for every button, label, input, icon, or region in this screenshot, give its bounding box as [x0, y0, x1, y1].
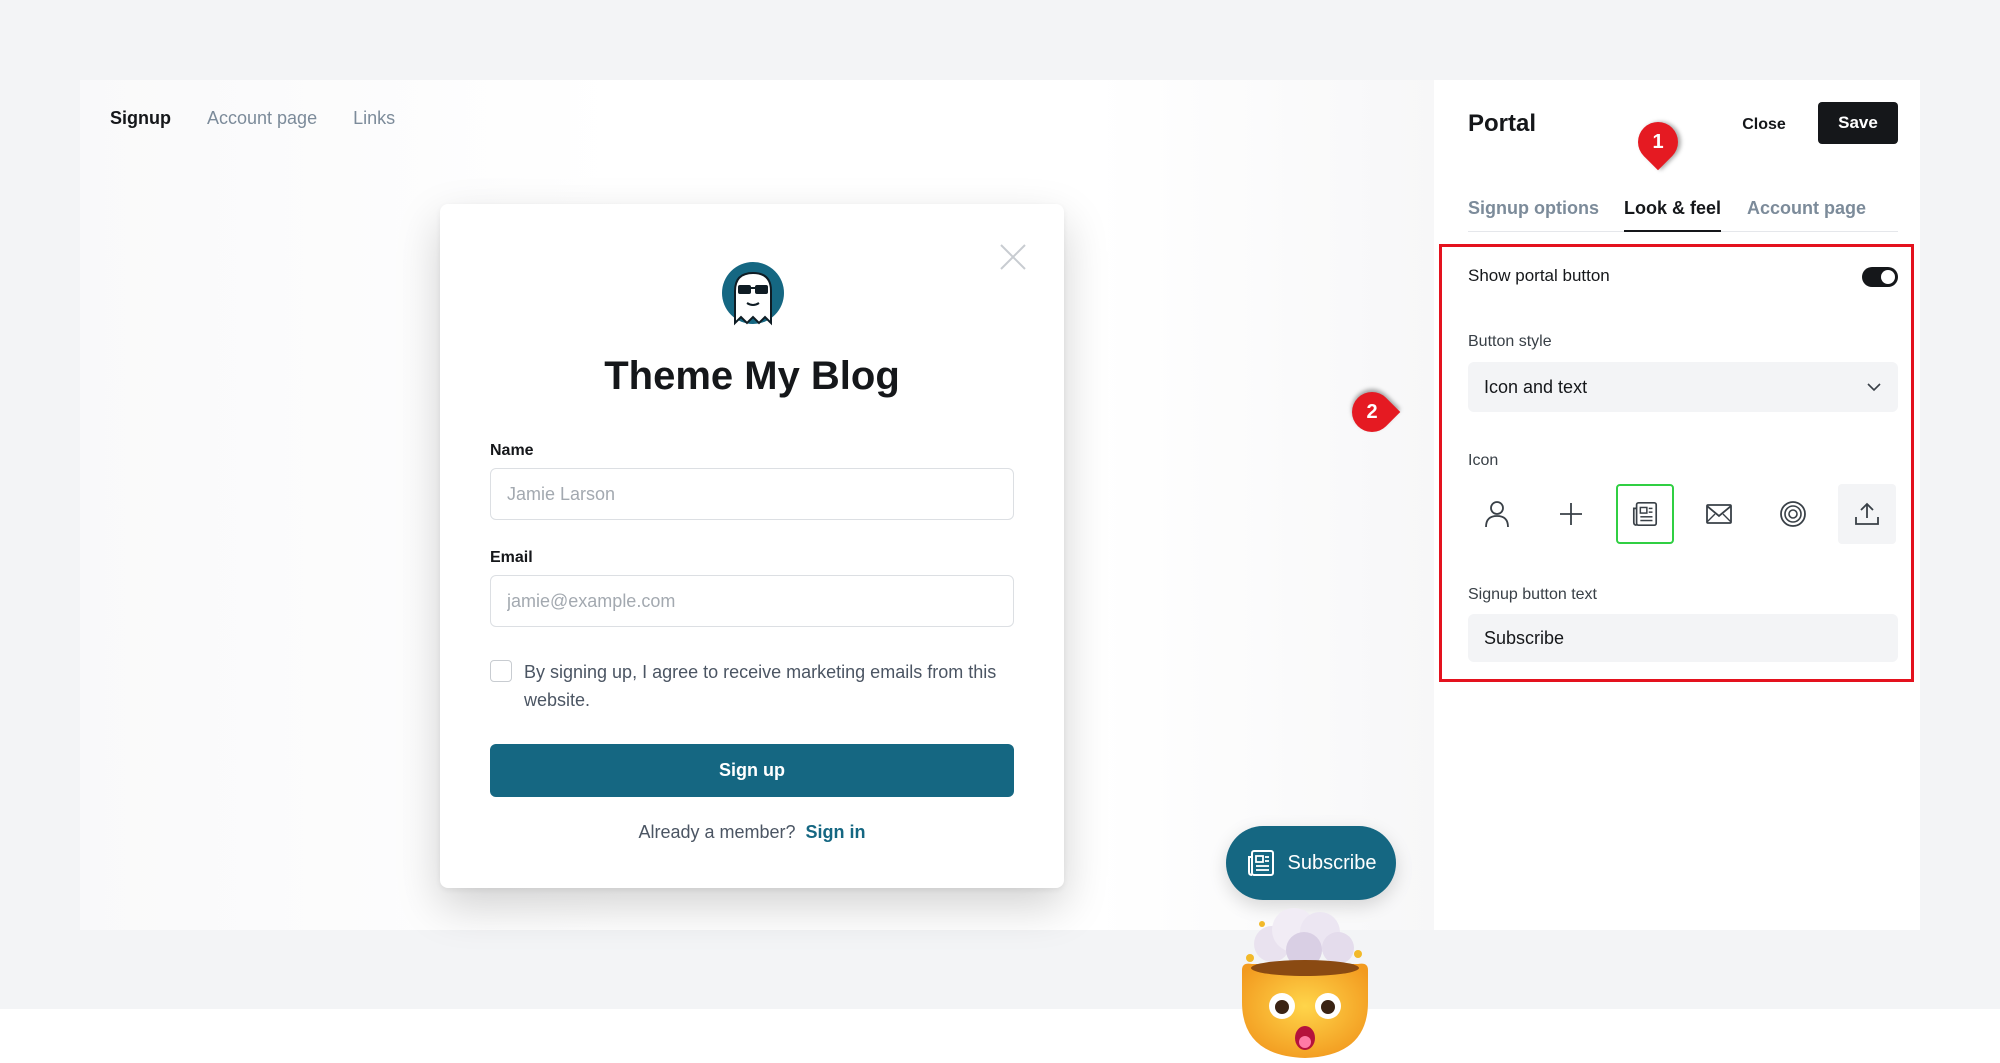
name-input[interactable] [490, 468, 1014, 520]
preview-tab-account-page[interactable]: Account page [207, 108, 317, 129]
signup-button[interactable]: Sign up [490, 744, 1014, 797]
floating-subscribe-button[interactable]: Subscribe [1226, 826, 1396, 900]
signin-link[interactable]: Sign in [806, 822, 866, 842]
ghost-logo-icon [722, 262, 784, 326]
consent-text: By signing up, I agree to receive market… [524, 662, 997, 710]
annotation-marker-1: 1 [1629, 113, 1687, 182]
preview-tab-links[interactable]: Links [353, 108, 395, 129]
portal-preview: Signup Account page Links Theme My Blog … [80, 80, 1434, 930]
consent-checkbox[interactable] [490, 660, 512, 682]
tab-signup-options[interactable]: Signup options [1468, 198, 1599, 232]
annotation-highlight-box [1439, 244, 1914, 682]
close-button[interactable]: Close [1724, 104, 1804, 146]
save-button[interactable]: Save [1818, 102, 1898, 144]
site-title: Theme My Blog [604, 354, 900, 398]
floating-subscribe-label: Subscribe [1287, 851, 1377, 874]
settings-tabs: Signup options Look & feel Account page [1468, 198, 1898, 232]
preview-tabs: Signup Account page Links [110, 108, 395, 129]
close-icon[interactable] [998, 242, 1028, 272]
email-input[interactable] [490, 575, 1014, 627]
newspaper-icon [1247, 850, 1274, 876]
tab-look-and-feel[interactable]: Look & feel [1624, 198, 1722, 232]
annotation-marker-2: 2 [1343, 383, 1412, 441]
member-prompt: Already a member? Sign in [440, 822, 1064, 843]
marker-1-label: 1 [1652, 130, 1664, 153]
preview-tab-signup[interactable]: Signup [110, 108, 171, 129]
panel-title: Portal [1468, 110, 1537, 137]
mind-blown-emoji-icon [1242, 908, 1368, 1058]
signup-modal: Theme My Blog Name Email By signing up, … [440, 204, 1064, 888]
marker-2-label: 2 [1366, 400, 1378, 423]
name-label: Name [490, 442, 534, 459]
tab-account-page[interactable]: Account page [1747, 198, 1866, 232]
member-text: Already a member? [638, 822, 796, 842]
email-label: Email [490, 549, 533, 566]
